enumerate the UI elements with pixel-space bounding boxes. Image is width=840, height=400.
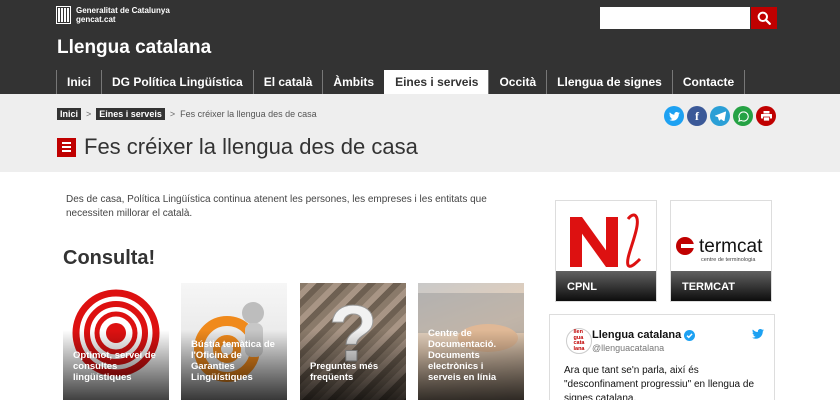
page-title-group: Fes créixer la llengua des de casa xyxy=(57,134,418,160)
card-optimot[interactable]: Optimot, servei de consultes lingüístiqu… xyxy=(63,283,169,400)
gov-line2: gencat.cat xyxy=(76,15,116,24)
termcat-logo-text: termcat xyxy=(699,236,763,257)
nav-item-occita[interactable]: Occità xyxy=(488,70,546,94)
card-label: Optimot, servei de consultes lingüístiqu… xyxy=(73,350,156,383)
whatsapp-icon[interactable] xyxy=(733,106,753,126)
breadcrumb-link-inici[interactable]: Inici xyxy=(57,108,82,120)
telegram-icon[interactable] xyxy=(710,106,730,126)
tweet-author[interactable]: Llengua catalana xyxy=(592,329,696,341)
site-title[interactable]: Llengua catalana xyxy=(57,37,211,59)
facebook-icon[interactable]: f xyxy=(687,106,707,126)
section-title: Consulta! xyxy=(63,247,156,269)
intro-text: Des de casa, Política Lingüística contin… xyxy=(66,194,487,219)
tweet-avatar[interactable]: llen gua cata lana xyxy=(566,328,592,354)
termcat-banner[interactable]: termcat centre de terminologia TERMCAT xyxy=(670,200,772,302)
termcat-label: TERMCAT xyxy=(671,271,771,301)
nav-item-ambits[interactable]: Àmbits xyxy=(322,70,384,94)
search-button[interactable] xyxy=(751,7,777,29)
avatar-line: lana xyxy=(573,345,585,352)
nav-item-eines-i-serveis[interactable]: Eines i serveis xyxy=(384,70,489,94)
termcat-logo-sub: centre de terminologia xyxy=(701,257,756,263)
nav-item-llengua-de-signes[interactable]: Llengua de signes xyxy=(546,70,672,94)
generalitat-logo-text: Generalitat de Catalunya gencat.cat xyxy=(76,6,170,24)
search-icon xyxy=(757,11,771,25)
gov-line1: Generalitat de Catalunya xyxy=(76,6,170,15)
print-icon[interactable] xyxy=(756,106,776,126)
tweet-handle[interactable]: @llenguacatalana xyxy=(592,343,664,353)
card-label: Bústia temàtica de l'Oficina de Garantie… xyxy=(191,339,275,383)
breadcrumb-separator: > xyxy=(86,109,92,119)
main-nav: Inici DG Política Lingüística El català … xyxy=(56,70,746,94)
breadcrumb: Inici > Eines i serveis > Fes créixer la… xyxy=(57,108,317,120)
nav-item-dg-politica-linguistica[interactable]: DG Política Lingüística xyxy=(101,70,253,94)
cpnl-label: CPNL xyxy=(556,271,656,301)
tweet-avatar-text: llen gua cata lana xyxy=(573,329,585,352)
search-input[interactable] xyxy=(600,7,750,29)
tweet-author-name: Llengua catalana xyxy=(592,329,682,341)
card-centre-documentacio[interactable]: Centre de Documentació. Documents electr… xyxy=(418,283,524,400)
breadcrumb-link-eines-i-serveis[interactable]: Eines i serveis xyxy=(96,108,165,120)
generalitat-logo[interactable]: Generalitat de Catalunya gencat.cat xyxy=(56,6,170,24)
site-header: Generalitat de Catalunya gencat.cat Llen… xyxy=(0,0,840,94)
card-label: Preguntes més freqüents xyxy=(310,361,379,383)
share-buttons: f xyxy=(664,106,776,126)
twitter-icon[interactable] xyxy=(664,106,684,126)
hamburger-menu-icon[interactable] xyxy=(57,137,76,157)
twitter-bird-icon[interactable] xyxy=(752,329,764,339)
twitter-embed[interactable]: llen gua cata lana Llengua catalana @lle… xyxy=(549,314,775,400)
generalitat-bars-icon xyxy=(56,6,71,24)
card-preguntes-frequents[interactable]: ? Preguntes més freqüents xyxy=(300,283,406,400)
cpnl-banner[interactable]: CPNL xyxy=(555,200,657,302)
card-bustia-tematica[interactable]: Bústia temàtica de l'Oficina de Garantie… xyxy=(181,283,287,400)
nav-item-el-catala[interactable]: El català xyxy=(252,70,323,94)
card-label: Centre de Documentació. Documents electr… xyxy=(428,328,497,383)
nav-item-contacte[interactable]: Contacte xyxy=(671,70,746,94)
breadcrumb-current: Fes créixer la llengua des de casa xyxy=(180,109,317,119)
breadcrumb-separator: > xyxy=(169,109,176,119)
page-title: Fes créixer la llengua des de casa xyxy=(84,134,418,159)
title-band: Inici > Eines i serveis > Fes créixer la… xyxy=(0,94,840,172)
tweet-text: Ara que tant se'n parla, així és "descon… xyxy=(564,365,754,400)
verified-icon xyxy=(684,329,696,341)
nav-item-inici[interactable]: Inici xyxy=(56,70,101,94)
